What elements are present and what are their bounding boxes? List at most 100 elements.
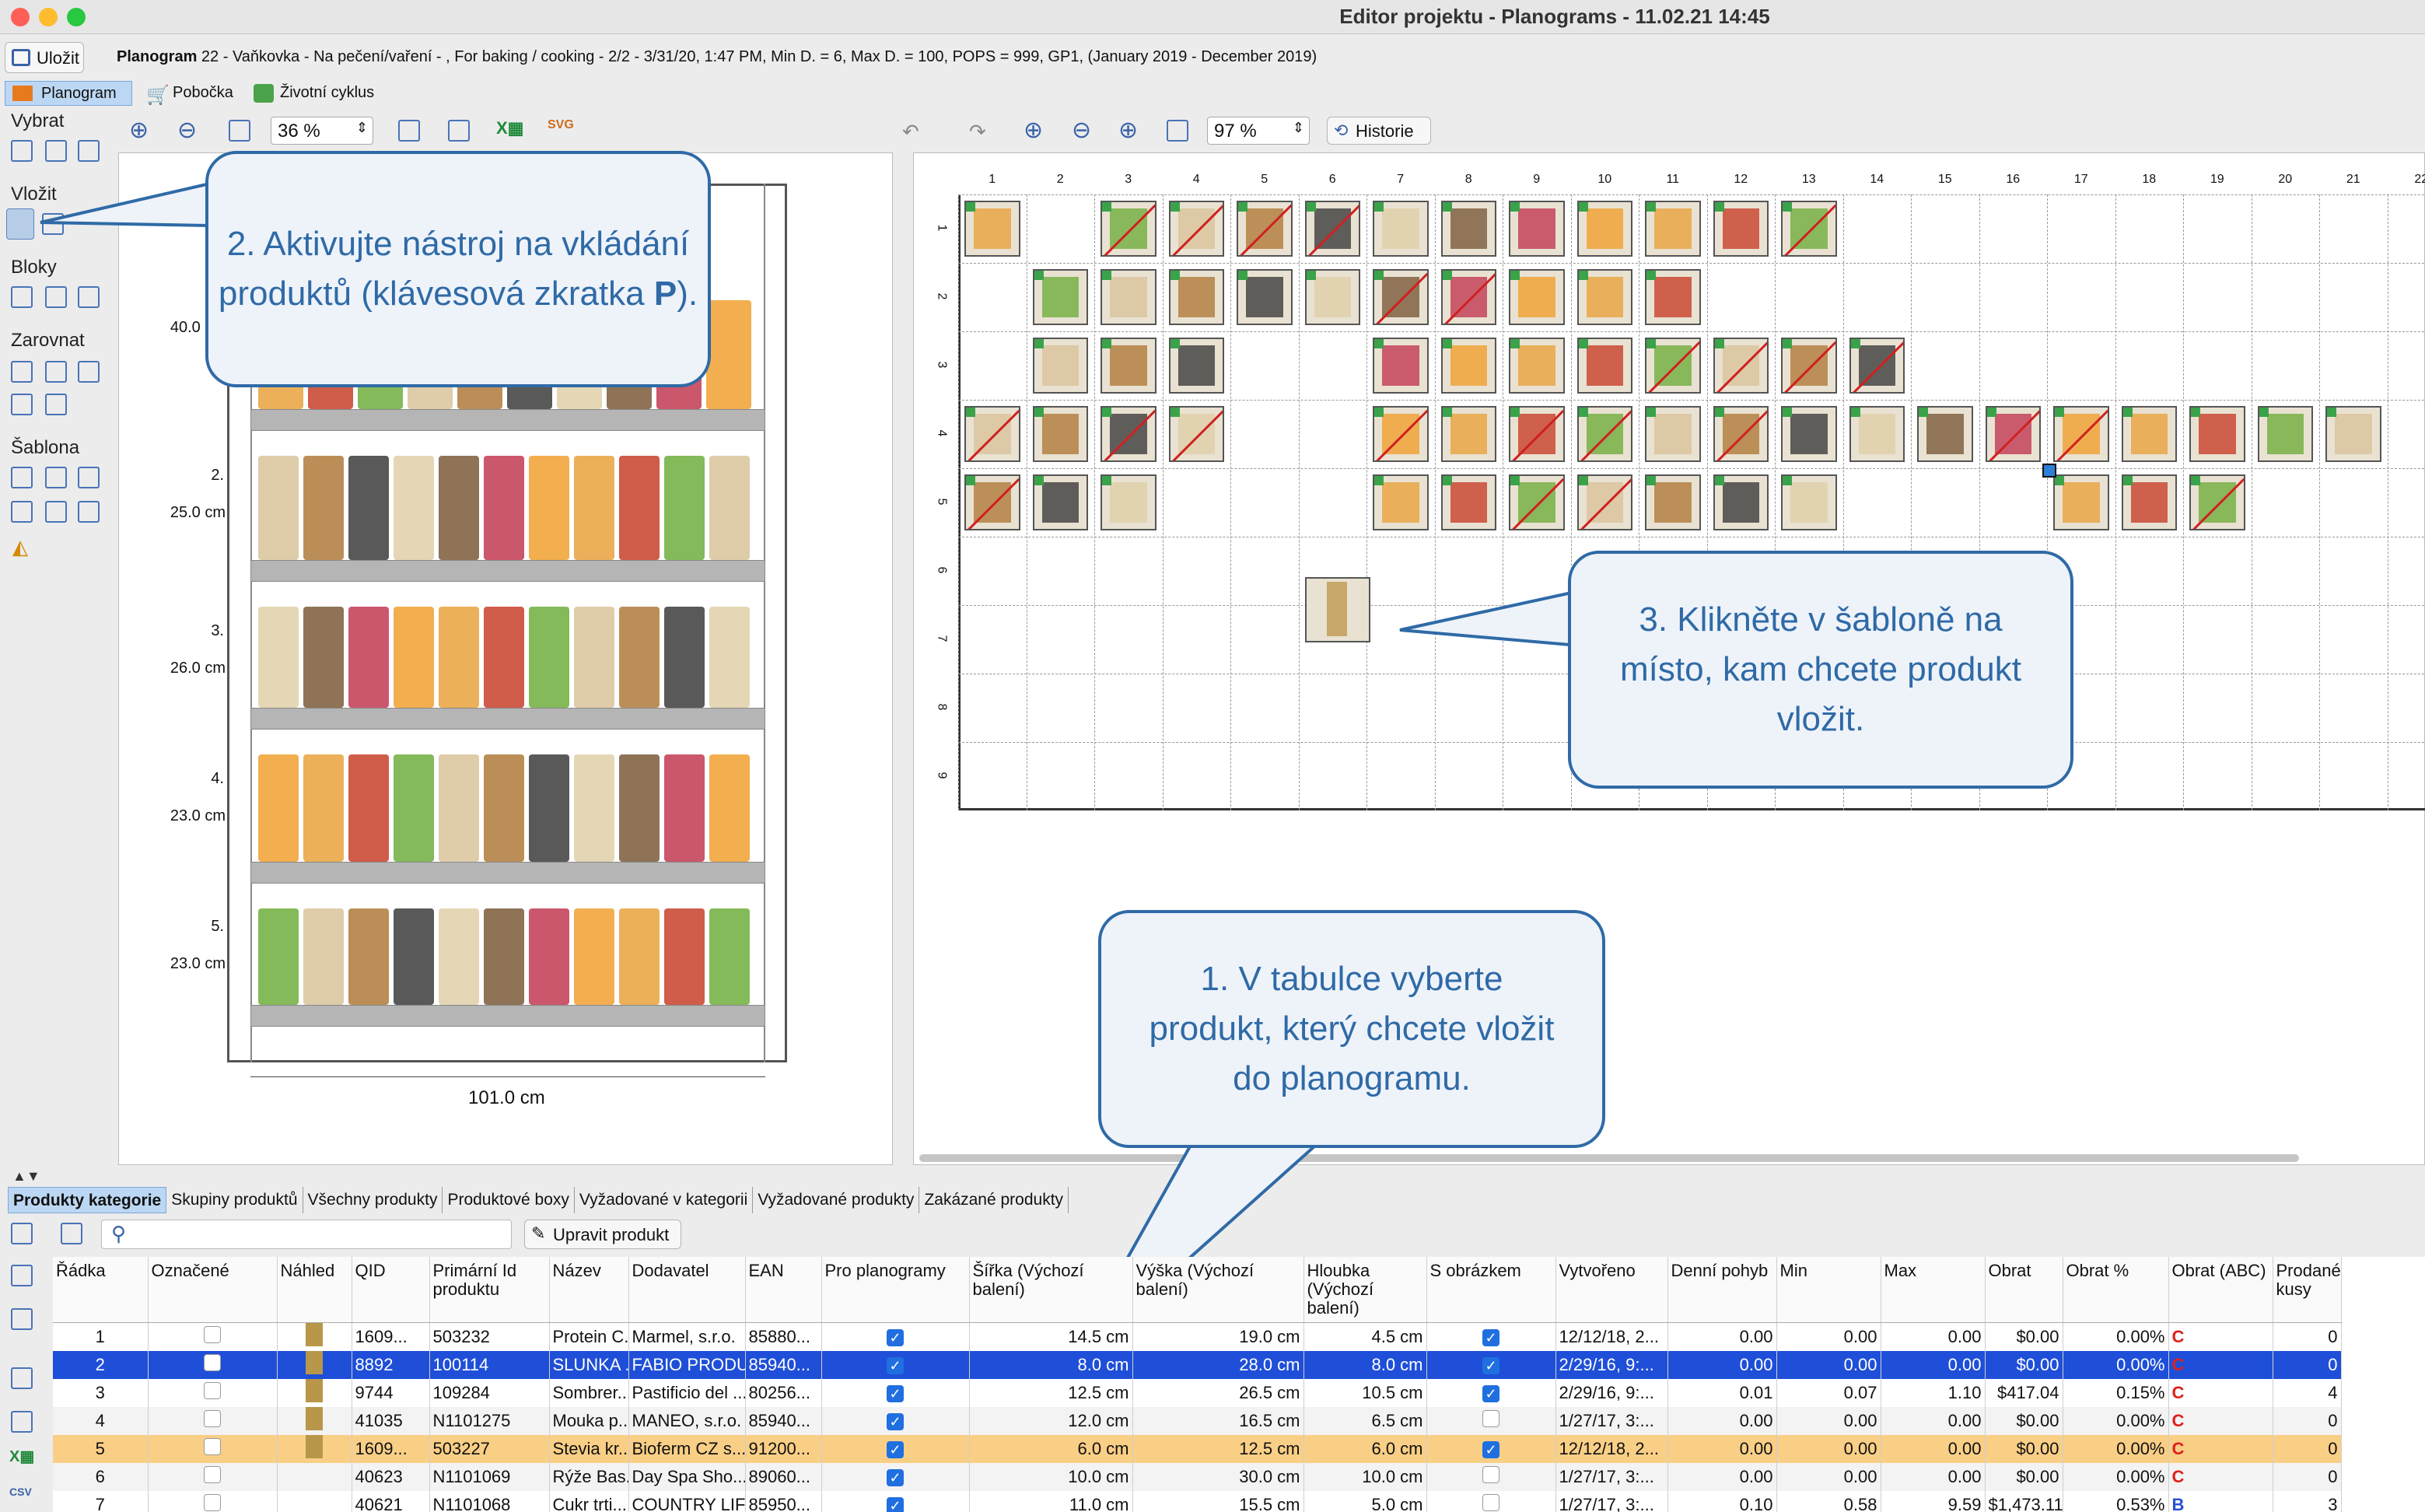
table-cell[interactable] bbox=[148, 1379, 278, 1407]
side-csv-icon[interactable]: CSV bbox=[9, 1486, 32, 1498]
marked-checkbox[interactable] bbox=[204, 1466, 221, 1483]
table-cell[interactable] bbox=[148, 1407, 278, 1435]
table-cell[interactable]: ✓ bbox=[821, 1322, 970, 1351]
table-cell[interactable]: ✓ bbox=[1426, 1435, 1556, 1463]
side-tool-4-icon[interactable] bbox=[11, 1411, 33, 1433]
marked-checkbox[interactable] bbox=[204, 1382, 221, 1399]
column-header[interactable]: Denní pohyb bbox=[1667, 1257, 1777, 1323]
column-header[interactable]: Obrat (ABC) bbox=[2168, 1257, 2273, 1323]
table-row[interactable]: 2 8892100114SLUNKA ...FABIO PRODU...85940… bbox=[53, 1351, 2342, 1379]
marked-checkbox[interactable] bbox=[204, 1410, 221, 1427]
checkbox-unchecked[interactable] bbox=[1482, 1410, 1499, 1427]
table-cell[interactable]: ✓ bbox=[821, 1463, 970, 1491]
column-header[interactable]: Hloubka (Výchozí balení) bbox=[1303, 1257, 1427, 1323]
table-settings-icon[interactable] bbox=[61, 1223, 82, 1244]
column-header[interactable]: Obrat % bbox=[2063, 1257, 2169, 1323]
column-header[interactable]: Řádka bbox=[53, 1257, 149, 1323]
bottom-tab-0[interactable]: Produkty kategorie bbox=[8, 1187, 167, 1213]
column-header[interactable]: Primární Id produktu bbox=[429, 1257, 550, 1323]
side-excel-icon[interactable]: X▦ bbox=[9, 1447, 34, 1466]
bottom-tab-2[interactable]: Všechny produkty bbox=[303, 1187, 443, 1213]
checkbox-checked[interactable]: ✓ bbox=[887, 1497, 904, 1512]
column-header[interactable]: QID bbox=[352, 1257, 430, 1323]
table-cell: 80256... bbox=[745, 1379, 822, 1407]
side-tool-3-icon[interactable] bbox=[11, 1367, 33, 1389]
table-row[interactable]: 6 40623N1101069Rýže Bas...Day Spa Sho...8… bbox=[53, 1463, 2342, 1491]
column-header[interactable]: Náhled bbox=[277, 1257, 352, 1323]
checkbox-checked[interactable]: ✓ bbox=[887, 1441, 904, 1458]
column-header[interactable]: Označené bbox=[148, 1257, 278, 1323]
checkbox-checked[interactable]: ✓ bbox=[887, 1357, 904, 1374]
table-cell: 1609... bbox=[352, 1322, 430, 1351]
column-header[interactable]: Vytvořeno bbox=[1555, 1257, 1668, 1323]
table-cell[interactable] bbox=[148, 1351, 278, 1379]
table-cell: $1,473.11 bbox=[1985, 1491, 2063, 1512]
column-header[interactable]: Výška (Výchozí balení) bbox=[1132, 1257, 1304, 1323]
checkbox-unchecked[interactable] bbox=[1482, 1466, 1499, 1483]
checkbox-checked[interactable]: ✓ bbox=[1482, 1357, 1499, 1374]
column-header[interactable]: Min bbox=[1776, 1257, 1881, 1323]
edit-product-button[interactable]: ✎ Upravit produkt bbox=[524, 1220, 681, 1249]
table-cell: 85940... bbox=[745, 1407, 822, 1435]
checkbox-checked[interactable]: ✓ bbox=[1482, 1441, 1499, 1458]
checkbox-checked[interactable]: ✓ bbox=[887, 1413, 904, 1430]
table-row[interactable]: 1 1609...503232Protein C...Marmel, s.r.o.… bbox=[53, 1322, 2342, 1351]
table-row[interactable]: 5 1609... 503227 Stevia kr... Bioferm CZ s..… bbox=[53, 1435, 2342, 1463]
table-row[interactable]: 4 41035 N1101275 Mouka p... MANEO, s.r.o. 859… bbox=[53, 1407, 2342, 1435]
table-cell[interactable]: ✓ bbox=[1426, 1379, 1556, 1407]
bottom-tab-5[interactable]: Vyžadované produkty bbox=[753, 1187, 920, 1213]
table-row[interactable]: 3 9744 109284 Sombrer... Pastificio del ... 8… bbox=[53, 1379, 2342, 1407]
column-header[interactable]: Název bbox=[549, 1257, 629, 1323]
column-header[interactable]: Dodavatel bbox=[628, 1257, 746, 1323]
bottom-tab-3[interactable]: Produktové boxy bbox=[443, 1187, 575, 1213]
table-cell[interactable] bbox=[1426, 1491, 1556, 1512]
table-cell[interactable] bbox=[1426, 1463, 1556, 1491]
table-cell[interactable] bbox=[148, 1435, 278, 1463]
table-cell: 0.00% bbox=[2063, 1435, 2169, 1463]
marked-checkbox[interactable] bbox=[204, 1354, 221, 1371]
column-header[interactable]: Obrat bbox=[1985, 1257, 2063, 1323]
table-cell: 12/12/18, 2... bbox=[1555, 1322, 1668, 1351]
bottom-tab-1[interactable]: Skupiny produktů bbox=[166, 1187, 303, 1213]
side-tool-1-icon[interactable] bbox=[11, 1265, 33, 1286]
column-header[interactable]: Pro planogramy bbox=[821, 1257, 970, 1323]
table-cell: 1 bbox=[53, 1322, 149, 1351]
table-cell[interactable]: ✓ bbox=[821, 1491, 970, 1512]
column-header[interactable]: EAN bbox=[745, 1257, 822, 1323]
checkbox-checked[interactable]: ✓ bbox=[887, 1329, 904, 1346]
table-cell: 0.01 bbox=[1667, 1379, 1777, 1407]
table-cell: 11.0 cm bbox=[969, 1491, 1133, 1512]
column-header[interactable]: S obrázkem bbox=[1426, 1257, 1556, 1323]
checkbox-unchecked[interactable] bbox=[1482, 1494, 1499, 1511]
table-cell[interactable]: ✓ bbox=[821, 1379, 970, 1407]
search-input[interactable]: ⚲ bbox=[101, 1220, 512, 1249]
checkbox-checked[interactable]: ✓ bbox=[1482, 1385, 1499, 1402]
checkbox-checked[interactable]: ✓ bbox=[887, 1385, 904, 1402]
table-side-tools: X▦ CSV bbox=[0, 1252, 51, 1512]
table-cell: 85950... bbox=[745, 1491, 822, 1512]
table-cell[interactable] bbox=[1426, 1407, 1556, 1435]
column-header[interactable]: Max bbox=[1881, 1257, 1986, 1323]
table-cell[interactable] bbox=[148, 1463, 278, 1491]
checkbox-checked[interactable]: ✓ bbox=[887, 1469, 904, 1486]
marked-checkbox[interactable] bbox=[204, 1438, 221, 1455]
table-cell[interactable] bbox=[148, 1491, 278, 1512]
table-cell[interactable]: ✓ bbox=[821, 1407, 970, 1435]
table-row[interactable]: 7 40621N1101068Cukr trti...COUNTRY LIF...… bbox=[53, 1491, 2342, 1512]
column-header[interactable]: Šířka (Výchozí balení) bbox=[969, 1257, 1133, 1323]
column-header[interactable]: Prodané kusy bbox=[2273, 1257, 2342, 1323]
table-cell[interactable]: ✓ bbox=[1426, 1351, 1556, 1379]
bottom-tab-6[interactable]: Zakázané produkty bbox=[919, 1187, 1069, 1213]
marked-checkbox[interactable] bbox=[204, 1494, 221, 1511]
panel-resize-arrows[interactable]: ▲▼ bbox=[12, 1168, 40, 1185]
table-cell[interactable] bbox=[148, 1322, 278, 1351]
abc-class: C bbox=[2171, 1327, 2185, 1346]
table-cell[interactable]: ✓ bbox=[821, 1351, 970, 1379]
side-tool-2-icon[interactable] bbox=[11, 1308, 33, 1330]
checkbox-checked[interactable]: ✓ bbox=[1482, 1329, 1499, 1346]
marked-checkbox[interactable] bbox=[204, 1326, 221, 1343]
bottom-tab-4[interactable]: Vyžadované v kategorii bbox=[575, 1187, 754, 1213]
table-cell[interactable]: ✓ bbox=[821, 1435, 970, 1463]
table-check-icon[interactable] bbox=[11, 1223, 33, 1244]
table-cell[interactable]: ✓ bbox=[1426, 1322, 1556, 1351]
